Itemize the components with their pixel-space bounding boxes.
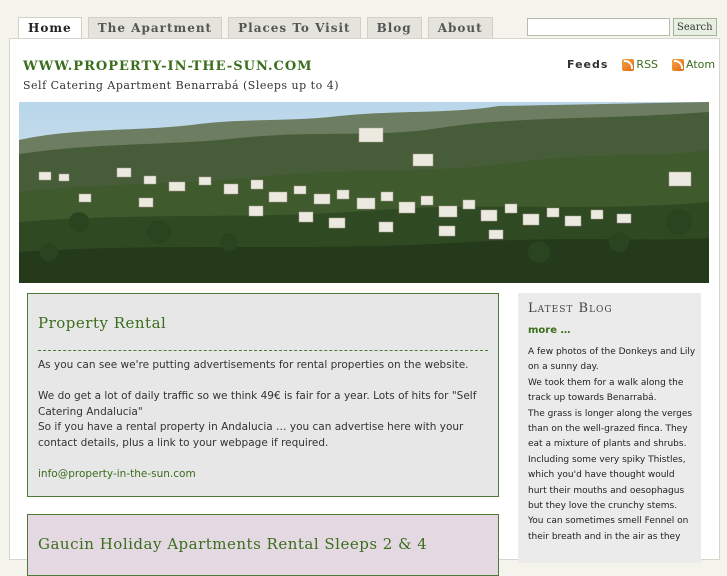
search-form: Search [527,18,717,36]
post-property-rental: Property Rental As you can see we're put… [27,293,499,497]
atom-feed-icon [672,58,685,71]
rss-icon [622,58,635,71]
content-container: WWW.PROPERTY-IN-THE-SUN.COM Self Caterin… [9,38,720,576]
contact-email-link[interactable]: info@property-in-the-sun.com [38,468,196,480]
tab-the-apartment[interactable]: The Apartment [87,17,223,38]
main-nav: Home The Apartment Places To Visit Blog … [18,17,493,40]
tab-home[interactable]: Home [18,17,82,40]
tab-blog[interactable]: Blog [366,17,422,38]
post-gaucin-holiday-apartments: Gaucin Holiday Apartments Rental Sleeps … [27,514,499,576]
sidebar-line: We took them for a walk along the track … [528,377,684,404]
post-paragraph: So if you have a rental property in Anda… [38,421,464,449]
sidebar-line: You can sometimes smell Fennel on their … [528,516,689,542]
sidebar-excerpt: A few photos of the Donkeys and Lily on … [528,345,696,545]
post-body: As you can see we're putting advertiseme… [38,358,483,482]
post-paragraph: As you can see we're putting advertiseme… [38,359,469,371]
site-tagline: Self Catering Apartment Benarrabá (Sleep… [23,79,340,92]
tab-about[interactable]: About [427,17,493,38]
feeds-label: Feeds [567,58,609,71]
tab-places-to-visit[interactable]: Places To Visit [228,17,361,38]
rss-label: RSS [636,58,659,71]
post-paragraph: We do get a lot of daily traffic so we t… [38,390,477,418]
sidebar-latest-blog: Latest Blog more … A few photos of the D… [518,293,701,563]
sidebar-title: Latest Blog [528,301,613,316]
feeds-bar: Feeds RSS Atom [567,58,715,71]
atom-feed-link[interactable]: Atom [672,58,715,71]
post-divider [38,350,488,351]
search-input[interactable] [527,18,670,36]
atom-label: Atom [686,58,716,71]
sidebar-line: A few photos of the Donkeys and Lily on … [528,347,696,373]
more-link[interactable]: more … [528,325,571,336]
site-title[interactable]: WWW.PROPERTY-IN-THE-SUN.COM [23,59,313,74]
post-title[interactable]: Gaucin Holiday Apartments Rental Sleeps … [38,535,427,553]
search-button[interactable]: Search [673,18,717,36]
header-photo-white-village [19,102,709,283]
sidebar-line: The grass is longer along the verges tha… [528,408,693,512]
rss-feed-link[interactable]: RSS [622,58,658,71]
post-title[interactable]: Property Rental [38,314,166,332]
